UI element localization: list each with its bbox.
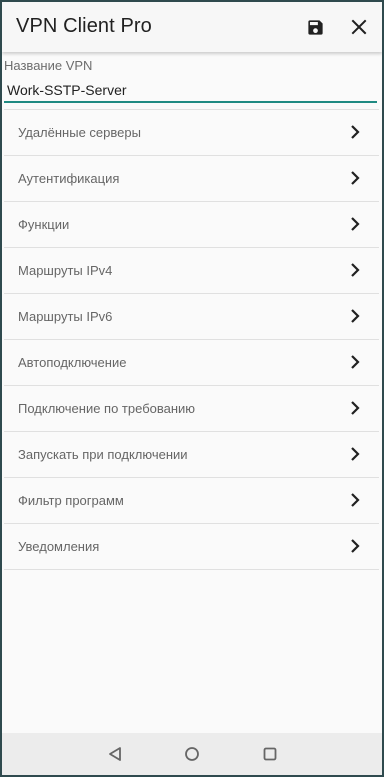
settings-menu: Удалённые серверы Аутентификация Функции… [4,109,379,570]
vpn-name-label: Название VPN [4,58,93,73]
menu-item-notifications[interactable]: Уведомления [4,523,379,570]
chevron-right-icon [351,493,360,507]
close-icon [351,19,367,35]
recents-square-icon [263,747,277,761]
nav-recents-button[interactable] [259,743,281,765]
app-bar: VPN Client Pro [2,2,382,52]
menu-item-remote-servers[interactable]: Удалённые серверы [4,109,379,155]
chevron-right-icon [351,447,360,461]
menu-item-app-filter[interactable]: Фильтр программ [4,477,379,523]
menu-item-features[interactable]: Функции [4,201,379,247]
menu-item-label: Подключение по требованию [18,401,196,416]
menu-item-authentication[interactable]: Аутентификация [4,155,379,201]
menu-item-label: Уведомления [18,539,100,554]
vpn-name-input[interactable] [4,79,377,103]
menu-item-label: Функции [18,217,70,232]
nav-back-button[interactable] [104,743,126,765]
close-button[interactable] [344,12,374,42]
app-screen: VPN Client Pro Название VPN Удалённые се… [2,2,382,775]
menu-item-label: Запускать при подключении [18,447,188,462]
chevron-right-icon [351,309,360,323]
menu-item-ipv6-routes[interactable]: Маршруты IPv6 [4,293,379,339]
chevron-right-icon [351,263,360,277]
menu-item-label: Удалённые серверы [18,125,141,140]
menu-item-label: Маршруты IPv4 [18,263,113,278]
nav-home-button[interactable] [181,743,203,765]
menu-item-label: Маршруты IPv6 [18,309,113,324]
chevron-right-icon [351,401,360,415]
menu-item-connect-on-demand[interactable]: Подключение по требованию [4,385,379,431]
chevron-right-icon [351,125,360,139]
menu-item-label: Аутентификация [18,171,120,186]
chevron-right-icon [351,355,360,369]
save-button[interactable] [300,12,330,42]
menu-item-autoconnect[interactable]: Автоподключение [4,339,379,385]
menu-item-label: Автоподключение [18,355,127,370]
chevron-right-icon [351,171,360,185]
menu-item-run-on-connect[interactable]: Запускать при подключении [4,431,379,477]
chevron-right-icon [351,217,360,231]
app-title: VPN Client Pro [16,15,152,37]
back-triangle-icon [109,747,121,761]
menu-item-ipv4-routes[interactable]: Маршруты IPv4 [4,247,379,293]
home-circle-icon [185,747,199,761]
system-nav-bar [2,733,382,775]
chevron-right-icon [351,539,360,553]
menu-item-label: Фильтр программ [18,493,124,508]
save-icon [307,19,323,35]
